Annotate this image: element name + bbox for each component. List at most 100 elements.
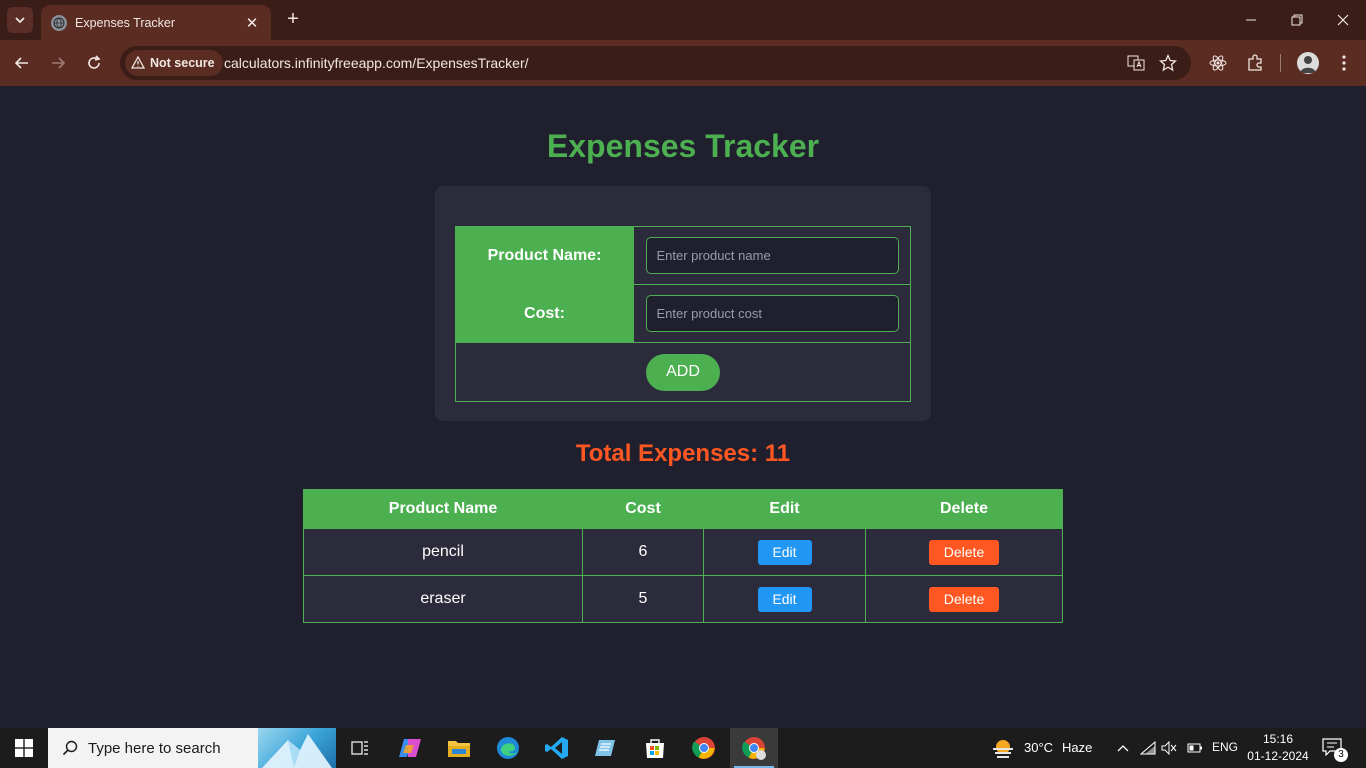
react-devtools-icon[interactable] [1207, 52, 1229, 74]
new-tab-button[interactable]: + [281, 8, 305, 32]
chrome-icon [692, 737, 715, 759]
edit-button[interactable]: Edit [757, 586, 812, 612]
header-cost: Cost [582, 489, 704, 529]
notepad-app[interactable] [582, 728, 630, 768]
weather-widget[interactable] [988, 728, 1018, 768]
tab-search-button[interactable] [7, 7, 33, 33]
cost-label: Cost: [456, 285, 633, 342]
delete-cell: Delete [865, 575, 1063, 623]
extensions-icon[interactable] [1244, 52, 1266, 74]
chrome-icon [742, 737, 766, 760]
wifi-icon [1140, 741, 1156, 755]
page-title: Expenses Tracker [546, 128, 820, 164]
cost-input[interactable] [645, 295, 899, 332]
total-expenses: Total Expenses: 11 [575, 440, 791, 467]
battery-icon [1187, 743, 1202, 753]
delete-button[interactable]: Delete [929, 586, 999, 612]
arrow-left-icon [14, 57, 28, 69]
product-name-cell [633, 227, 910, 284]
table-row: eraser 5 Edit Delete [303, 575, 1063, 623]
site-info-chip[interactable]: Not secure [125, 50, 223, 76]
battery-button[interactable] [1184, 728, 1206, 768]
profile-avatar[interactable] [1297, 52, 1319, 74]
search-icon [62, 740, 78, 756]
edge-app[interactable] [484, 728, 532, 768]
expenses-table: Product Name Cost Edit Delete pencil 6 E… [303, 489, 1063, 623]
chevron-up-icon [1117, 745, 1129, 752]
vscode-icon [545, 737, 568, 759]
warning-icon [131, 56, 145, 69]
copilot-app[interactable] [386, 728, 434, 768]
close-tab-icon[interactable]: ✕ [243, 14, 261, 32]
address-bar[interactable]: Not secure calculators.infinityfreeapp.c… [120, 46, 1191, 80]
product-name-cell: pencil [303, 528, 583, 576]
restore-button[interactable] [1274, 0, 1320, 40]
page-content: Expenses Tracker Product Name: Cost: ADD… [0, 86, 1366, 728]
task-view-icon [351, 741, 368, 755]
translate-icon[interactable] [1126, 53, 1146, 73]
tab-title: Expenses Tracker [75, 15, 176, 30]
header-edit: Edit [703, 489, 866, 529]
close-icon [1337, 14, 1349, 26]
edit-button[interactable]: Edit [757, 539, 812, 565]
search-placeholder: Type here to search [88, 739, 221, 757]
product-name-input[interactable] [645, 237, 899, 274]
bookmark-star-icon[interactable] [1158, 53, 1178, 73]
minimize-icon [1246, 19, 1256, 21]
close-window-button[interactable] [1320, 0, 1366, 40]
url-text[interactable]: calculators.infinityfreeapp.com/Expenses… [224, 55, 529, 71]
vscode-app[interactable] [533, 728, 581, 768]
windows-logo-icon [15, 739, 33, 757]
table-header-row: Product Name Cost Edit Delete [303, 489, 1063, 529]
chrome-profile-app[interactable] [730, 728, 778, 768]
weather-temperature[interactable]: 30°C [1024, 740, 1053, 755]
reload-button[interactable] [80, 49, 108, 77]
notepad-icon [595, 740, 615, 756]
reload-icon [88, 55, 101, 69]
windows-taskbar: Type here to search 30°C Haze ENG 15:16 … [0, 728, 1366, 768]
edit-cell: Edit [703, 528, 866, 576]
file-explorer-app[interactable] [435, 728, 483, 768]
taskbar-search[interactable]: Type here to search [48, 728, 336, 768]
browser-tab-active[interactable]: Expenses Tracker ✕ [41, 5, 271, 40]
globe-icon [51, 14, 67, 31]
edge-icon [497, 737, 519, 759]
delete-button[interactable]: Delete [929, 539, 999, 565]
folder-icon [448, 741, 470, 757]
product-name-label: Product Name: [456, 227, 633, 284]
table-row: pencil 6 Edit Delete [303, 528, 1063, 576]
search-highlight-image [258, 728, 336, 768]
weather-description[interactable]: Haze [1062, 740, 1092, 755]
chevron-down-icon [15, 17, 25, 24]
browser-menu-button[interactable] [1333, 52, 1355, 74]
security-label: Not secure [150, 56, 215, 70]
start-button[interactable] [0, 728, 48, 768]
show-hidden-icons-button[interactable] [1112, 728, 1134, 768]
delete-cell: Delete [865, 528, 1063, 576]
forward-button[interactable] [44, 49, 72, 77]
cost-cell: 6 [582, 528, 704, 576]
taskbar-clock[interactable]: 15:16 01-12-2024 [1240, 731, 1316, 765]
add-button[interactable]: ADD [646, 353, 720, 391]
back-button[interactable] [8, 49, 36, 77]
cost-cell: 5 [582, 575, 704, 623]
product-name-cell: eraser [303, 575, 583, 623]
copilot-icon [399, 739, 421, 757]
language-indicator[interactable]: ENG [1212, 740, 1238, 754]
browser-toolbar: Not secure calculators.infinityfreeapp.c… [0, 40, 1366, 86]
toolbar-divider [1280, 54, 1281, 72]
edit-cell: Edit [703, 575, 866, 623]
task-view-button[interactable] [336, 728, 384, 768]
chrome-app[interactable] [680, 728, 728, 768]
clock-time: 15:16 [1262, 732, 1294, 746]
header-product-name: Product Name [303, 489, 583, 529]
header-delete: Delete [865, 489, 1063, 529]
minimize-button[interactable] [1228, 0, 1274, 40]
network-button[interactable] [1138, 728, 1158, 768]
cost-row: Cost: [456, 285, 910, 343]
volume-button[interactable] [1159, 728, 1179, 768]
volume-muted-icon [1161, 741, 1177, 755]
microsoft-store-app[interactable] [631, 728, 679, 768]
restore-icon [1291, 14, 1303, 26]
add-row: ADD [456, 343, 910, 401]
